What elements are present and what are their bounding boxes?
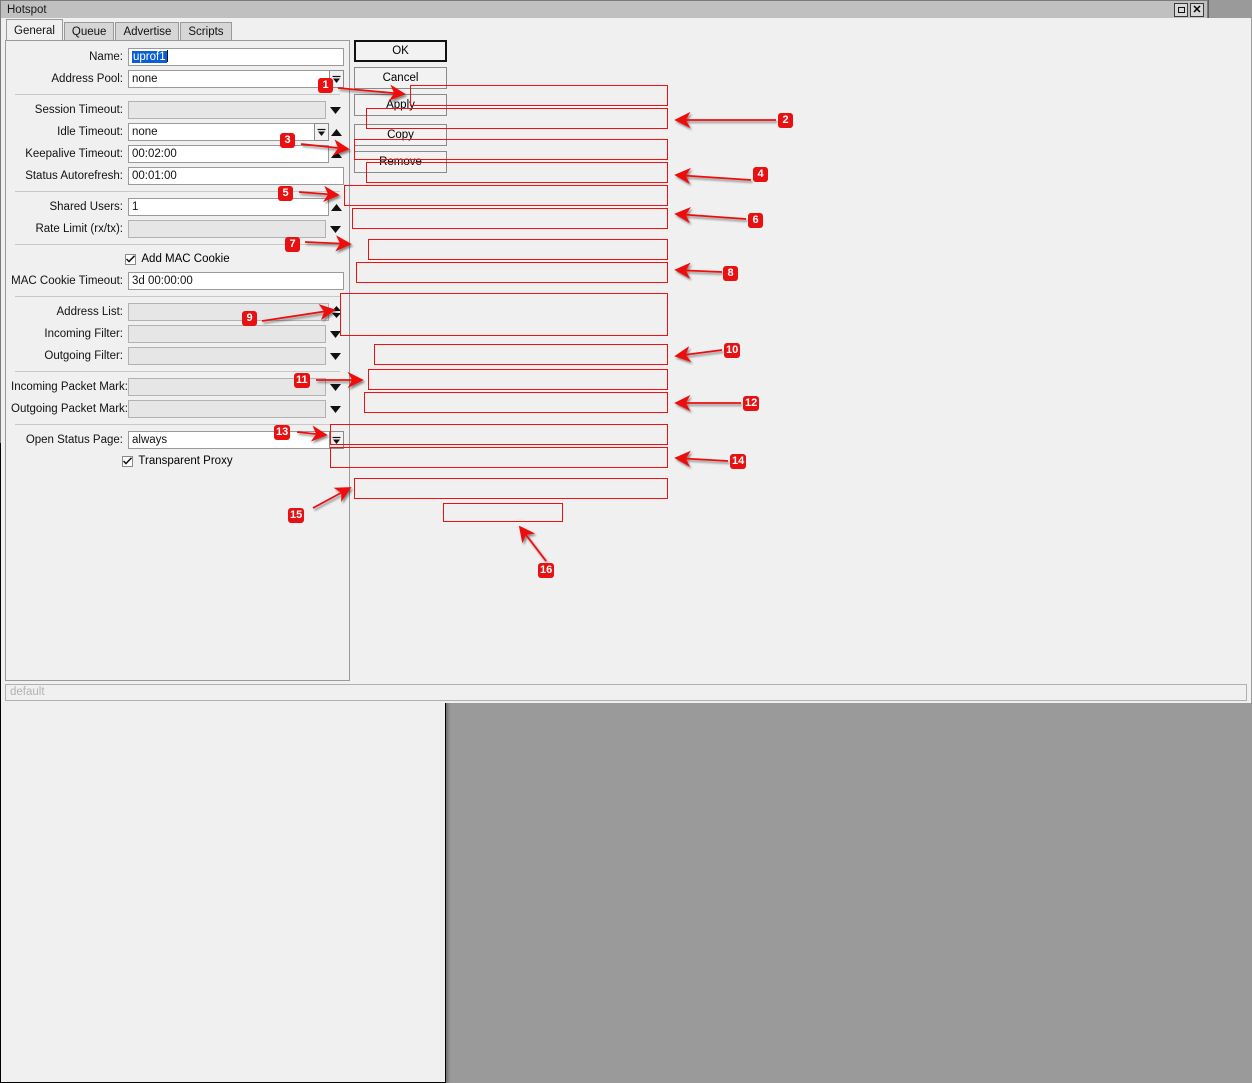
general-form-panel: Name: uprof1 Address Pool: none Session … — [5, 40, 350, 681]
check-icon — [123, 457, 133, 465]
incoming-filter-dropdown-button[interactable] — [326, 325, 344, 343]
keepalive-timeout-input[interactable]: 00:02:00 — [128, 145, 329, 163]
chevron-down-icon — [329, 352, 341, 360]
session-timeout-dropdown-button[interactable] — [326, 101, 344, 119]
tab-queue[interactable]: Queue — [63, 22, 115, 40]
outgoing-packet-mark-input[interactable] — [128, 400, 326, 418]
down-double-icon — [332, 436, 341, 444]
maximize-icon[interactable] — [1174, 3, 1188, 17]
chevron-down-icon — [329, 330, 341, 338]
down-double-icon — [332, 75, 341, 83]
down-double-icon — [317, 128, 326, 136]
idle-timeout-label: Idle Timeout: — [57, 126, 123, 138]
outgoing-filter-label: Outgoing Filter: — [44, 350, 123, 362]
idle-timeout-row: Idle Timeout: none — [11, 122, 344, 142]
incoming-packet-mark-label: Incoming Packet Mark: — [11, 381, 128, 393]
idle-timeout-dropdown-button[interactable] — [314, 123, 329, 141]
address-list-row: Address List: — [11, 302, 344, 322]
open-status-page-input[interactable]: always — [128, 431, 330, 449]
rate-limit-input[interactable] — [128, 220, 326, 238]
keepalive-timeout-spinner-up[interactable] — [329, 145, 344, 163]
incoming-filter-input[interactable] — [128, 325, 326, 343]
incoming-packet-mark-row: Incoming Packet Mark: — [11, 377, 344, 397]
chevron-down-icon — [329, 383, 341, 391]
close-icon[interactable]: ✕ — [1190, 3, 1204, 17]
rate-limit-dropdown-button[interactable] — [326, 220, 344, 238]
open-status-page-label: Open Status Page: — [25, 434, 123, 446]
outgoing-packet-mark-dropdown-button[interactable] — [326, 400, 344, 418]
new-hotspot-user-profile-dialog: New Hotspot User Profile ✕ General Queue… — [0, 18, 1251, 1083]
add-mac-cookie-checkbox[interactable] — [125, 253, 137, 265]
address-pool-label: Address Pool: — [51, 73, 123, 85]
open-status-page-row: Open Status Page: always — [11, 430, 344, 450]
rate-limit-label: Rate Limit (rx/tx): — [35, 223, 123, 235]
open-status-page-dropdown-button[interactable] — [329, 431, 344, 449]
outgoing-filter-dropdown-button[interactable] — [326, 347, 344, 365]
outgoing-filter-input[interactable] — [128, 347, 326, 365]
address-list-label: Address List: — [56, 306, 123, 318]
chevron-down-icon — [329, 405, 341, 413]
idle-timeout-input[interactable]: none — [128, 123, 315, 141]
keepalive-timeout-label: Keepalive Timeout: — [25, 148, 123, 160]
spinner-updown-icon — [332, 306, 341, 318]
status-autorefresh-input[interactable]: 00:01:00 — [128, 167, 344, 185]
mac-cookie-timeout-row: MAC Cookie Timeout: 3d 00:00:00 — [11, 271, 344, 291]
chevron-down-icon — [329, 225, 341, 233]
chevron-up-icon — [331, 150, 342, 158]
session-timeout-row: Session Timeout: — [11, 100, 344, 120]
cancel-button[interactable]: Cancel — [354, 67, 447, 89]
tab-advertise[interactable]: Advertise — [115, 22, 180, 40]
add-mac-cookie-row: Add MAC Cookie — [11, 250, 344, 268]
hotspot-window-title: Hotspot — [7, 4, 47, 16]
dialog-statusbar: default — [5, 684, 1247, 701]
incoming-filter-row: Incoming Filter: — [11, 324, 344, 344]
outgoing-packet-mark-label: Outgoing Packet Mark: — [11, 403, 128, 415]
status-autorefresh-row: Status Autorefresh: 00:01:00 — [11, 166, 344, 186]
address-list-input[interactable] — [128, 303, 329, 321]
shared-users-row: Shared Users: 1 — [11, 197, 344, 217]
session-timeout-input[interactable] — [128, 101, 326, 119]
incoming-packet-mark-dropdown-button[interactable] — [326, 378, 344, 396]
rate-limit-row: Rate Limit (rx/tx): — [11, 219, 344, 239]
tab-scripts[interactable]: Scripts — [180, 22, 232, 40]
chevron-down-icon — [329, 106, 341, 114]
mac-cookie-timeout-input[interactable]: 3d 00:00:00 — [128, 272, 344, 290]
tab-general[interactable]: General — [6, 19, 63, 41]
transparent-proxy-row: Transparent Proxy — [11, 452, 344, 470]
remove-button[interactable]: Remove — [354, 151, 447, 173]
idle-timeout-spinner-up[interactable] — [329, 123, 344, 141]
add-mac-cookie-label: Add MAC Cookie — [141, 253, 230, 265]
address-pool-row: Address Pool: none — [11, 69, 344, 89]
transparent-proxy-checkbox[interactable] — [122, 455, 134, 467]
chevron-up-icon — [331, 203, 342, 211]
keepalive-timeout-row: Keepalive Timeout: 00:02:00 — [11, 144, 344, 164]
shared-users-spinner-up[interactable] — [329, 198, 344, 216]
transparent-proxy-label: Transparent Proxy — [138, 455, 233, 467]
outgoing-filter-row: Outgoing Filter: — [11, 346, 344, 366]
address-pool-dropdown-button[interactable] — [329, 70, 344, 88]
name-label: Name: — [89, 51, 123, 63]
hotspot-titlebar: Hotspot ✕ — [1, 1, 1207, 19]
copy-button[interactable]: Copy — [354, 124, 447, 146]
address-pool-input[interactable]: none — [128, 70, 330, 88]
chevron-up-icon — [331, 128, 342, 136]
dialog-button-column: OK Cancel Apply Copy Remove — [354, 40, 447, 178]
session-timeout-label: Session Timeout: — [34, 104, 123, 116]
incoming-packet-mark-input[interactable] — [128, 378, 326, 396]
incoming-filter-label: Incoming Filter: — [44, 328, 123, 340]
mac-cookie-timeout-label: MAC Cookie Timeout: — [11, 275, 123, 287]
shared-users-label: Shared Users: — [49, 201, 123, 213]
check-icon — [126, 255, 136, 263]
ok-button[interactable]: OK — [354, 40, 447, 62]
status-autorefresh-label: Status Autorefresh: — [25, 170, 123, 182]
apply-button[interactable]: Apply — [354, 94, 447, 116]
dialog-tabs: General Queue Advertise Scripts — [1, 18, 1251, 41]
outgoing-packet-mark-row: Outgoing Packet Mark: — [11, 399, 344, 419]
name-input[interactable]: uprof1 — [128, 48, 344, 66]
address-list-spinner[interactable] — [329, 303, 344, 321]
shared-users-input[interactable]: 1 — [128, 198, 329, 216]
name-row: Name: uprof1 — [11, 47, 344, 67]
